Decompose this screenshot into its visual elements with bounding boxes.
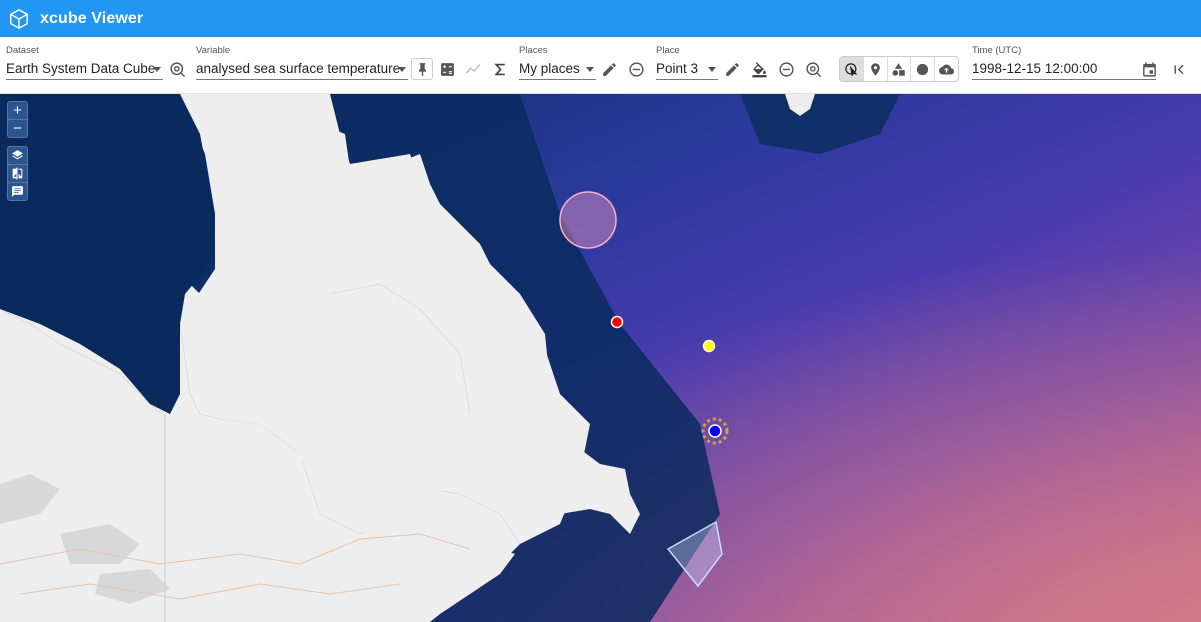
layers-icon <box>12 150 23 160</box>
places-select[interactable]: Places My places <box>519 45 596 80</box>
time-value: 1998-12-15 12:00:00 <box>972 61 1098 76</box>
place-locate-icon <box>805 61 821 77</box>
rename-places-button[interactable] <box>598 58 620 80</box>
time-label: Time (UTC) <box>972 45 1022 56</box>
chevron-down-icon <box>708 67 716 72</box>
upload-icon <box>939 64 955 74</box>
remove-icon <box>628 61 644 77</box>
circle-place[interactable] <box>559 191 617 249</box>
import-places-button[interactable] <box>935 57 958 81</box>
first-time-step-button[interactable] <box>1168 58 1190 80</box>
calculator-icon <box>440 62 454 76</box>
cube-icon <box>10 8 28 29</box>
place-select[interactable]: Place Point 3 <box>656 45 718 80</box>
app-title: xcube Viewer <box>40 9 144 27</box>
info-panel-button[interactable] <box>8 183 27 200</box>
calendar-button[interactable] <box>1138 58 1160 80</box>
point-tool-button[interactable] <box>864 57 888 81</box>
statistics-button[interactable] <box>489 58 511 80</box>
yellow-point-marker[interactable] <box>702 339 716 353</box>
point-tool-icon <box>870 62 880 76</box>
pin-variable-button[interactable] <box>411 58 433 80</box>
zoom-out-button[interactable]: − <box>8 120 27 137</box>
variable-label: Variable <box>196 45 231 56</box>
edit-icon <box>725 62 739 76</box>
split-view-button[interactable] <box>8 165 27 182</box>
circle-tool-icon <box>917 63 929 75</box>
dataset-locate-icon <box>169 61 185 77</box>
map-canvas <box>0 94 1201 622</box>
zoom-control: + − <box>7 101 28 138</box>
dataset-locate-button[interactable] <box>166 58 188 80</box>
dataset-label: Dataset <box>6 45 39 56</box>
place-value: Point 3 <box>656 61 699 76</box>
remove-places-button[interactable] <box>625 58 647 80</box>
shapes-tool-icon <box>893 62 906 76</box>
zoom-in-button[interactable]: + <box>8 102 27 119</box>
dataset-value: Earth System Data Cube <box>6 61 156 76</box>
select-tool-button[interactable] <box>840 57 864 81</box>
timeseries-button[interactable] <box>462 58 484 80</box>
place-style-button[interactable] <box>748 58 770 80</box>
blue-point-marker[interactable] <box>708 424 722 438</box>
chevron-down-icon <box>398 67 406 72</box>
compare-icon <box>12 167 23 180</box>
map-tools-control <box>7 146 28 201</box>
calculator-button[interactable] <box>436 58 458 80</box>
dataset-select[interactable]: Dataset Earth System Data Cube <box>6 45 163 80</box>
calendar-icon <box>1142 61 1156 77</box>
variable-value: analysed sea surface temperature <box>196 61 401 76</box>
timeseries-icon <box>465 63 480 74</box>
remove-icon <box>778 61 794 77</box>
comment-icon <box>12 186 23 197</box>
places-label: Places <box>519 45 548 56</box>
red-point-marker[interactable] <box>610 315 624 329</box>
edit-icon <box>602 62 616 76</box>
polygon-tool-button[interactable] <box>888 57 912 81</box>
remove-place-button[interactable] <box>775 58 797 80</box>
chevron-down-icon <box>586 67 594 72</box>
first-step-icon <box>1174 64 1184 74</box>
variable-select[interactable]: Variable analysed sea surface temperatur… <box>196 45 408 80</box>
map-interaction-toggle <box>839 56 959 82</box>
rename-place-button[interactable] <box>721 58 743 80</box>
places-value: My places <box>519 61 580 76</box>
sigma-icon <box>493 63 505 75</box>
circle-tool-button[interactable] <box>911 57 936 81</box>
time-input[interactable]: Time (UTC) 1998-12-15 12:00:00 <box>972 45 1156 80</box>
app-bar: xcube Viewer <box>0 0 1201 37</box>
pin-icon <box>418 62 426 76</box>
place-label: Place <box>656 45 680 56</box>
layers-button[interactable] <box>8 147 27 164</box>
fill-color-icon <box>751 61 767 77</box>
place-locate-button[interactable] <box>802 58 824 80</box>
chevron-down-icon <box>153 67 161 72</box>
select-tool-icon <box>845 62 858 77</box>
map-view[interactable]: + − <box>0 94 1201 622</box>
